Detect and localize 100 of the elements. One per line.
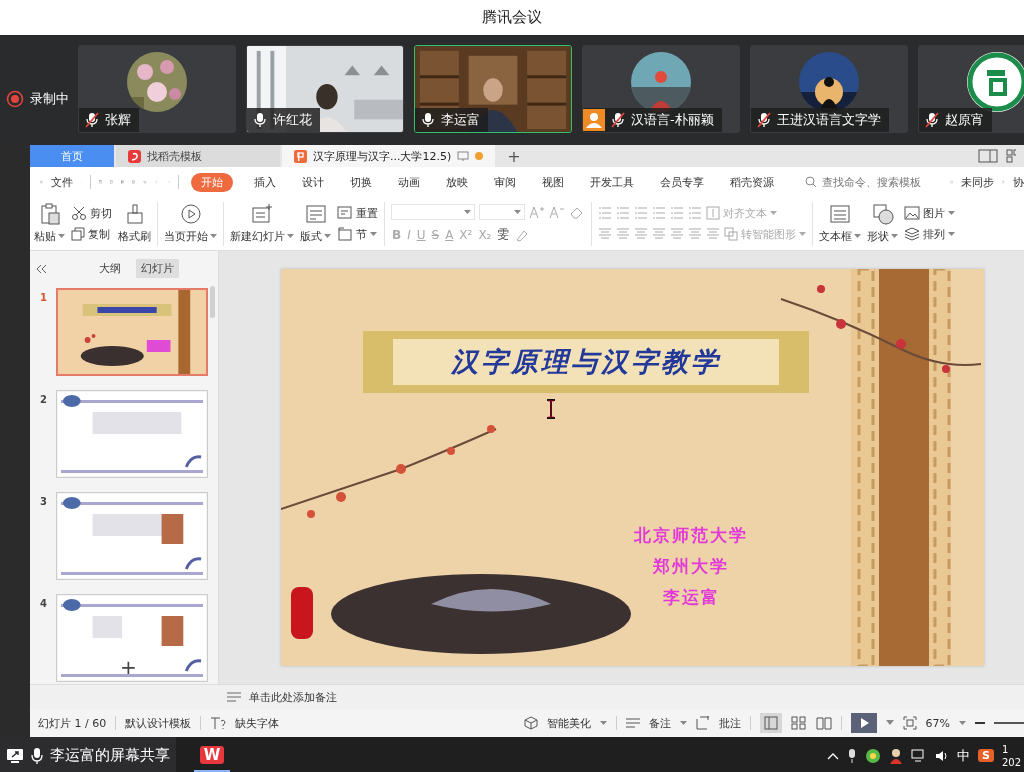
microphone-icon[interactable] [253,112,267,128]
caret-icon[interactable] [959,720,966,726]
microphone-icon[interactable] [847,747,858,764]
play-button[interactable] [850,713,877,733]
document-tab[interactable]: 找稻壳模板 [116,145,280,167]
play-from-current-button[interactable]: 当页开始 [164,203,217,244]
ribbon-tab[interactable]: 插入 [248,172,281,192]
reset-button[interactable]: 重置 [337,205,378,221]
microphone-icon[interactable] [421,112,435,128]
text-box-button[interactable]: 文本框 [819,203,861,244]
comment-icon[interactable] [695,716,710,730]
beautify-button[interactable]: 智能美化 [546,715,591,731]
scrollbar[interactable] [210,286,215,318]
zoom-level[interactable]: 67% [925,716,950,730]
distribute-icon[interactable] [670,227,684,241]
bullet-list-icon[interactable] [598,206,612,220]
file-menu[interactable]: 文件 [50,174,73,190]
ribbon-tab[interactable]: 开发工具 [584,172,639,192]
zoom-out-icon[interactable] [975,721,985,725]
participant-tile[interactable]: 张辉 [78,45,236,133]
line-sort-icon[interactable] [688,206,702,220]
numbered-list-icon[interactable] [616,206,630,220]
increase-font-size-icon[interactable] [529,205,545,219]
align-left-icon[interactable] [598,227,612,241]
ribbon-tab[interactable]: 审阅 [488,172,521,192]
ribbon-tab[interactable]: 稻壳资源 [724,172,779,192]
volume-icon[interactable] [935,748,950,763]
muted-microphone-icon[interactable] [611,112,625,128]
muted-microphone-icon[interactable] [85,112,99,128]
section-button[interactable]: 节 [337,226,378,242]
ribbon-tab[interactable]: 会员专享 [654,172,709,192]
add-slide-button[interactable]: + [114,654,143,680]
collaborate-menu[interactable]: 协 [1013,174,1024,190]
align-center-icon[interactable] [616,227,630,241]
person-icon[interactable] [889,747,904,764]
normal-view-icon[interactable] [759,713,782,733]
participant-tile[interactable]: 汉语言-朴丽颖 [582,45,740,133]
sync-status[interactable]: 未同步 [961,174,995,190]
input-method-indicator[interactable]: 中 [957,746,971,765]
fit-window-icon[interactable] [902,716,917,730]
paste-button[interactable]: 粘贴 [34,203,65,244]
font-size-field[interactable] [479,204,525,220]
layout-button[interactable]: 版式 [300,203,331,244]
new-tab-button[interactable]: + [497,145,531,167]
font-name-field[interactable] [391,204,475,220]
caret-icon[interactable] [679,720,687,726]
panel-tab[interactable]: 大纲 [94,259,126,278]
muted-microphone-icon[interactable] [925,112,939,128]
new-slide-button[interactable]: 新建幻灯片 [230,203,294,244]
ribbon-tab[interactable]: 设计 [296,172,329,192]
phonetic-button[interactable]: 雯 [496,226,511,243]
ribbon-tab[interactable]: 切换 [344,172,377,192]
decrease-font-size-icon[interactable] [549,205,565,219]
tray-status-icon[interactable] [865,747,882,764]
reading-view-icon[interactable] [815,716,832,730]
decrease-indent-icon[interactable] [634,206,648,220]
participant-tile[interactable]: 王进汉语言文字学 [750,45,908,133]
eraser-icon[interactable] [569,205,585,219]
caret-icon[interactable] [885,720,894,726]
command-search-field[interactable]: 查找命令、搜索模板 [804,174,934,190]
monitor-icon[interactable] [457,150,470,162]
slide-sorter-icon[interactable] [790,716,807,730]
missing-fonts-label[interactable]: 缺失字体 [235,715,280,731]
ribbon-tab[interactable]: 视图 [536,172,569,192]
participant-tile[interactable]: 李运富 [414,45,572,133]
notes-button[interactable]: 备注 [648,715,671,731]
align-right-icon[interactable] [634,227,648,241]
wps-taskbar-button[interactable]: W [194,739,230,772]
grid-icon[interactable] [1006,149,1016,163]
format-painter-button[interactable]: 格式刷 [118,203,151,244]
ribbon-tab[interactable]: 动画 [392,172,425,192]
ribbon-tab[interactable]: 放映 [440,172,473,192]
cube-icon[interactable] [523,716,538,730]
caret-icon[interactable] [599,720,607,726]
increase-indent-icon[interactable] [652,206,666,220]
participant-name: 李运富 [441,111,480,129]
window-layout-icon[interactable] [978,149,998,163]
muted-microphone-icon[interactable] [757,112,771,128]
picture-button[interactable]: 图片 [904,205,955,221]
line-spacing-icon[interactable] [688,227,702,241]
collapse-icon[interactable] [36,263,48,274]
copy-button[interactable]: 复制 [71,226,112,242]
participant-tile[interactable]: 赵原宵 [918,45,1024,133]
document-tab[interactable]: 汉字原理与汉字...大学12.5) [282,145,496,167]
text-direction-icon[interactable] [670,206,684,220]
panel-tab[interactable]: 幻灯片 [136,259,179,278]
justify-icon[interactable] [652,227,666,241]
comments-button[interactable]: 批注 [718,715,741,731]
notes-placeholder[interactable]: 单击此处添加备注 [249,689,337,705]
participant-tile[interactable]: 许红花 [246,45,404,133]
notes-toggle-icon[interactable] [625,717,640,729]
arrange-button[interactable]: 排列 [904,226,955,242]
missing-font-icon[interactable] [210,716,227,730]
paragraph-spacing-icon[interactable] [706,227,720,241]
cut-button[interactable]: 剪切 [71,205,112,221]
microphone-icon[interactable] [30,746,44,765]
shape-button[interactable]: 形状 [867,203,898,244]
chevron-up-icon[interactable] [827,751,840,760]
caret-icon [770,210,777,216]
design-template-label[interactable]: 默认设计模板 [125,715,192,731]
